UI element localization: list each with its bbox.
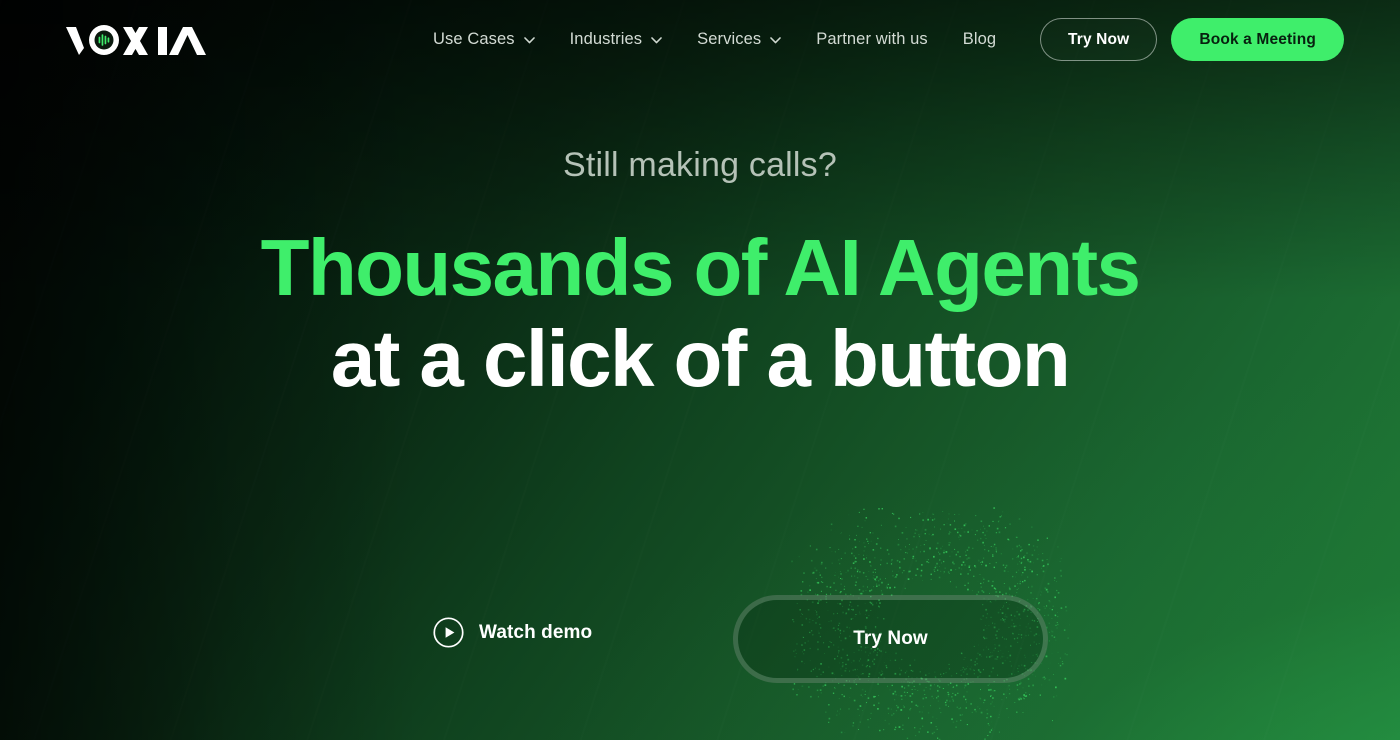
- chevron-down-icon: [523, 37, 535, 44]
- top-navigation-bar: Use Cases Industries Services Partner wi…: [0, 0, 1400, 79]
- hero-page: Use Cases Industries Services Partner wi…: [0, 0, 1400, 740]
- nav-item-use-cases[interactable]: Use Cases: [433, 30, 535, 49]
- nav-links: Use Cases Industries Services Partner wi…: [433, 0, 996, 79]
- chevron-down-icon: [770, 37, 782, 44]
- try-now-button-hero[interactable]: Try Now: [733, 595, 1048, 683]
- play-circle-icon: [433, 617, 464, 648]
- nav-item-label: Use Cases: [433, 30, 515, 48]
- chevron-down-icon: [651, 37, 662, 44]
- book-a-meeting-button[interactable]: Book a Meeting: [1171, 18, 1344, 61]
- nav-item-blog[interactable]: Blog: [963, 30, 996, 49]
- nav-item-services[interactable]: Services: [697, 30, 782, 49]
- watch-demo-label: Watch demo: [479, 621, 593, 643]
- nav-item-label: Services: [697, 30, 762, 48]
- nav-item-label: Blog: [962, 30, 997, 48]
- voxia-wordmark-icon: [66, 25, 206, 55]
- nav-item-label: Partner with us: [816, 30, 928, 48]
- hero-cta-row: Watch demo Try Now: [0, 595, 1400, 685]
- try-now-button-header[interactable]: Try Now: [1040, 18, 1158, 61]
- watch-demo-button[interactable]: Watch demo: [433, 617, 592, 648]
- nav-item-industries[interactable]: Industries: [570, 30, 663, 49]
- nav-item-label: Industries: [569, 30, 643, 48]
- nav-actions: Try Now Book a Meeting: [1040, 18, 1344, 61]
- nav-item-partner-with-us[interactable]: Partner with us: [816, 30, 928, 49]
- voxia-logo[interactable]: [66, 24, 206, 56]
